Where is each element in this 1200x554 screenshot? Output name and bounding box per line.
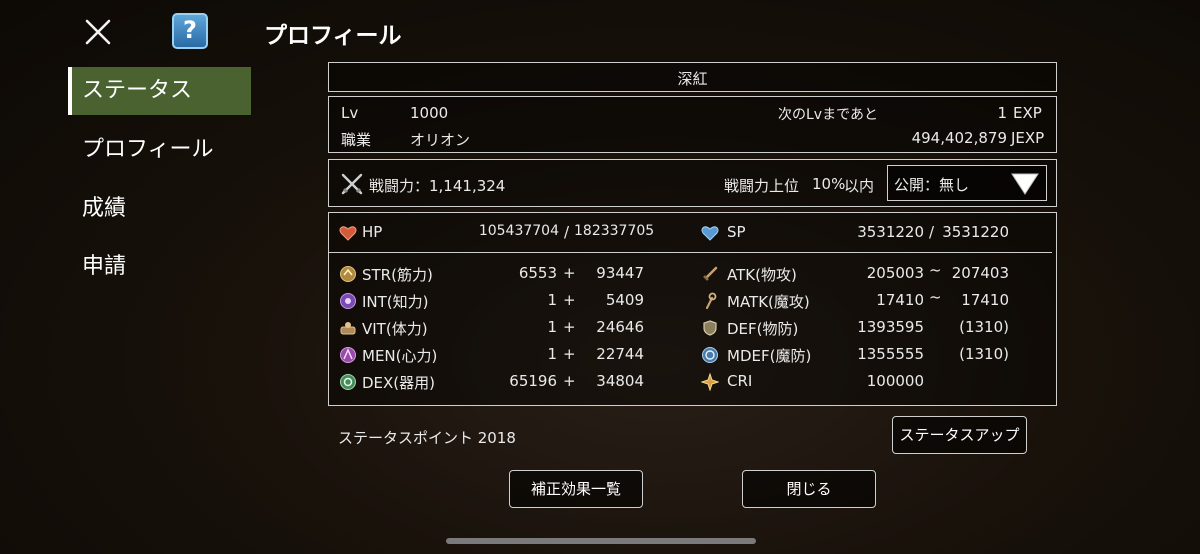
combat-stat-name: ATK(物攻) (727, 266, 797, 284)
combat-stat-value: 1355555 (857, 345, 924, 363)
combat-stat-value: 100000 (866, 372, 924, 390)
effects-list-button[interactable]: 補正効果一覧 (509, 470, 643, 508)
home-indicator[interactable] (446, 538, 756, 544)
shield-icon (701, 319, 719, 337)
level-label: Lv (341, 104, 359, 122)
combat-stat-name: CRI (727, 372, 753, 390)
help-icon[interactable]: ? (172, 13, 208, 49)
close-icon[interactable] (80, 14, 116, 50)
combat-stat-value: 205003 (866, 264, 924, 282)
critical-icon (700, 372, 720, 392)
hp-max: 182337705 (574, 223, 655, 239)
dex-icon (339, 373, 357, 391)
jexp-unit: JEXP (1011, 129, 1045, 147)
stat-plus: + (563, 318, 576, 336)
sidebar-item-request[interactable]: 申請 (68, 243, 251, 291)
sidebar-item-profile[interactable]: プロフィール (68, 126, 251, 174)
stat-base: 65196 (509, 372, 557, 390)
stat-name: STR(筋力) (362, 266, 433, 284)
job-label: 職業 (341, 131, 372, 149)
str-icon (339, 265, 357, 283)
dropdown-triangle-icon[interactable] (1010, 171, 1040, 197)
combat-stat-name: MATK(魔攻) (727, 293, 810, 311)
stat-bonus: 34804 (596, 372, 644, 390)
next-level-label: 次のLvまであと (778, 107, 878, 123)
stat-plus: + (563, 291, 576, 309)
vit-icon (339, 319, 357, 337)
magic-shield-icon (701, 346, 719, 364)
combat-stat-value: 1393595 (857, 318, 924, 336)
hp-separator: / (564, 223, 570, 241)
stat-bonus: 5409 (605, 291, 644, 309)
sp-current: 3531220 (857, 223, 924, 241)
visibility-dropdown[interactable]: 公開：無し (887, 165, 1047, 201)
stat-plus: + (563, 372, 576, 390)
sp-label: SP (727, 223, 746, 241)
level-value: 1000 (410, 104, 449, 122)
rank-value: 10% (812, 175, 846, 193)
hp-current: 105437704 (478, 223, 559, 239)
visibility-value: 公開：無し (894, 176, 970, 194)
stat-base: 6553 (518, 264, 557, 282)
stat-name: VIT(体力) (362, 320, 428, 338)
stat-base: 1 (547, 318, 557, 336)
combat-stat-value: 17410 (876, 291, 924, 309)
stat-name: INT(知力) (362, 293, 429, 311)
men-icon (339, 346, 357, 364)
sp-max: 3531220 (942, 223, 1009, 241)
stat-name: DEX(器用) (362, 374, 436, 392)
combat-stat-name: DEF(物防) (727, 320, 799, 338)
sword-icon (701, 265, 719, 283)
character-name-box: 深紅 (328, 62, 1057, 92)
exp-unit: EXP (1013, 104, 1042, 122)
hp-label: HP (362, 223, 383, 241)
int-icon (339, 292, 357, 310)
status-up-button[interactable]: ステータスアップ (892, 416, 1027, 454)
page-title: プロフィール (264, 23, 402, 49)
sidebar-item-record[interactable]: 成績 (68, 185, 251, 233)
character-name: 深紅 (677, 70, 708, 88)
combat-stat-value2: 207403 (951, 264, 1009, 282)
stat-bonus: 24646 (596, 318, 644, 336)
jexp-value: 494,402,879 (911, 129, 1007, 147)
status-points: ステータスポイント 2018 (338, 429, 516, 447)
combat-stat-value2: (1310) (959, 318, 1009, 336)
stat-bonus: 22744 (596, 345, 644, 363)
combat-stat-value2: (1310) (959, 345, 1009, 363)
stat-base: 1 (547, 345, 557, 363)
crossed-swords-icon (341, 173, 363, 195)
combat-power: 戦闘力：1,141,324 (369, 177, 506, 195)
stats-box: HP 105437704 / 182337705 SP 3531220 / 35… (328, 212, 1057, 406)
combat-stat-name: MDEF(魔防) (727, 347, 812, 365)
divider (329, 252, 1052, 253)
close-button[interactable]: 閉じる (742, 470, 876, 508)
stat-bonus: 93447 (596, 264, 644, 282)
rank-suffix: 以内 (844, 177, 875, 195)
heart-icon (339, 224, 357, 242)
combat-stat-value2: 17410 (961, 291, 1009, 309)
stat-plus: + (563, 264, 576, 282)
stat-plus: + (563, 345, 576, 363)
stat-name: MEN(心力) (362, 347, 438, 365)
sidebar-item-status[interactable]: ステータス (68, 67, 251, 115)
staff-icon (701, 292, 719, 310)
job-value: オリオン (410, 131, 471, 149)
blue-heart-icon (701, 224, 719, 242)
exp-value: 1 (997, 104, 1007, 122)
stat-base: 1 (547, 291, 557, 309)
level-box: Lv 1000 職業 オリオン 次のLvまであと 1 EXP 494,402,8… (328, 96, 1057, 153)
rank-label: 戦闘力上位 (724, 177, 800, 195)
